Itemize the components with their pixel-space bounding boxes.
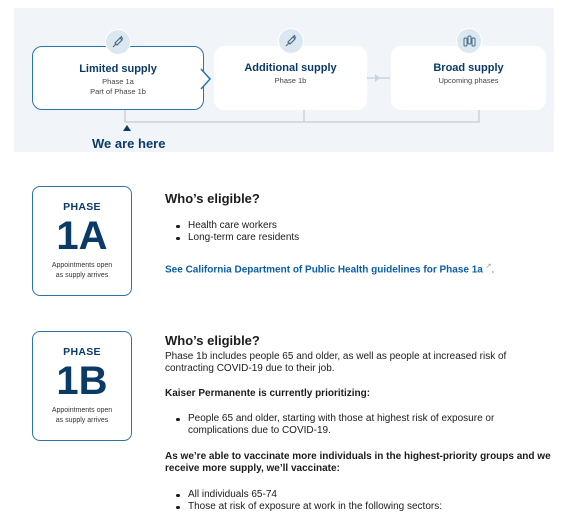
stage-subtitle: Phase 1a — [102, 77, 134, 86]
cdph-guidelines-link[interactable]: See California Department of Public Heal… — [165, 264, 483, 275]
syringe-icon — [105, 29, 131, 55]
cdph-link-line: See California Department of Public Heal… — [165, 261, 557, 276]
stage-subtitle: Phase 1b — [274, 76, 307, 85]
phase-note: Appointments open — [51, 407, 113, 414]
phase-intro: Phase 1b includes people 65 and older, a… — [165, 351, 507, 374]
we-are-here-label: We are here — [92, 136, 166, 151]
list-item: People 65 and older, starting with those… — [165, 413, 557, 437]
stage-card-additional-supply: Additional supply Phase 1b — [214, 28, 367, 110]
prioritizing-heading: Kaiser Permanente is currently prioritiz… — [165, 388, 371, 399]
phase-note: Appointments open — [51, 262, 113, 269]
phase-code: 1B — [56, 359, 108, 403]
we-are-here-arrow-icon — [123, 125, 131, 131]
stage-title: Broad supply — [433, 62, 504, 74]
phase-label: PHASE — [63, 346, 101, 358]
eligibility-heading: Who’s eligible? — [165, 191, 260, 206]
prioritizing-list: People 65 and older, starting with those… — [165, 413, 557, 437]
phase-code: 1A — [56, 214, 108, 258]
next-groups-heading: As we’re able to vaccinate more individu… — [165, 451, 551, 474]
stage-subtitle: Part of Phase 1b — [90, 87, 146, 96]
list-item: Health care workers — [165, 220, 557, 232]
next-groups-list: All individuals 65-74 Those at risk of e… — [165, 489, 557, 513]
phase-1b-badge: PHASE 1B Appointments open as supply arr… — [32, 331, 132, 441]
phase-1a-badge: PHASE 1A Appointments open as supply arr… — [32, 186, 132, 296]
list-item: Long-term care residents — [165, 232, 557, 244]
phase-1a-content: Who’s eligible? Health care workers Long… — [165, 191, 557, 276]
stage-card-limited-supply: Limited supply Phase 1a Part of Phase 1b — [32, 29, 204, 110]
stage-title: Limited supply — [79, 63, 157, 75]
list-item: All individuals 65-74 — [165, 489, 557, 501]
link-suffix: . — [491, 264, 495, 276]
supply-banner: Limited supply Phase 1a Part of Phase 1b… — [14, 8, 554, 152]
stage-card-broad-supply: Broad supply Upcoming phases — [391, 28, 546, 110]
list-item: Those at risk of exposure at work in the… — [165, 501, 557, 513]
vials-icon — [455, 28, 482, 54]
phase-label: PHASE — [63, 201, 101, 213]
phase-note: as supply arrives — [55, 417, 109, 424]
phase-note: as supply arrives — [55, 272, 109, 279]
stage-subtitle: Upcoming phases — [438, 76, 499, 85]
stage-title: Additional supply — [244, 62, 337, 74]
eligibility-list: Health care workers Long-term care resid… — [165, 220, 557, 244]
phase-1b-content: Who’s eligible? Phase 1b includes people… — [165, 333, 557, 513]
active-stage-chevron — [200, 68, 212, 90]
eligibility-heading: Who’s eligible? — [165, 333, 260, 348]
syringe-icon — [277, 28, 304, 54]
